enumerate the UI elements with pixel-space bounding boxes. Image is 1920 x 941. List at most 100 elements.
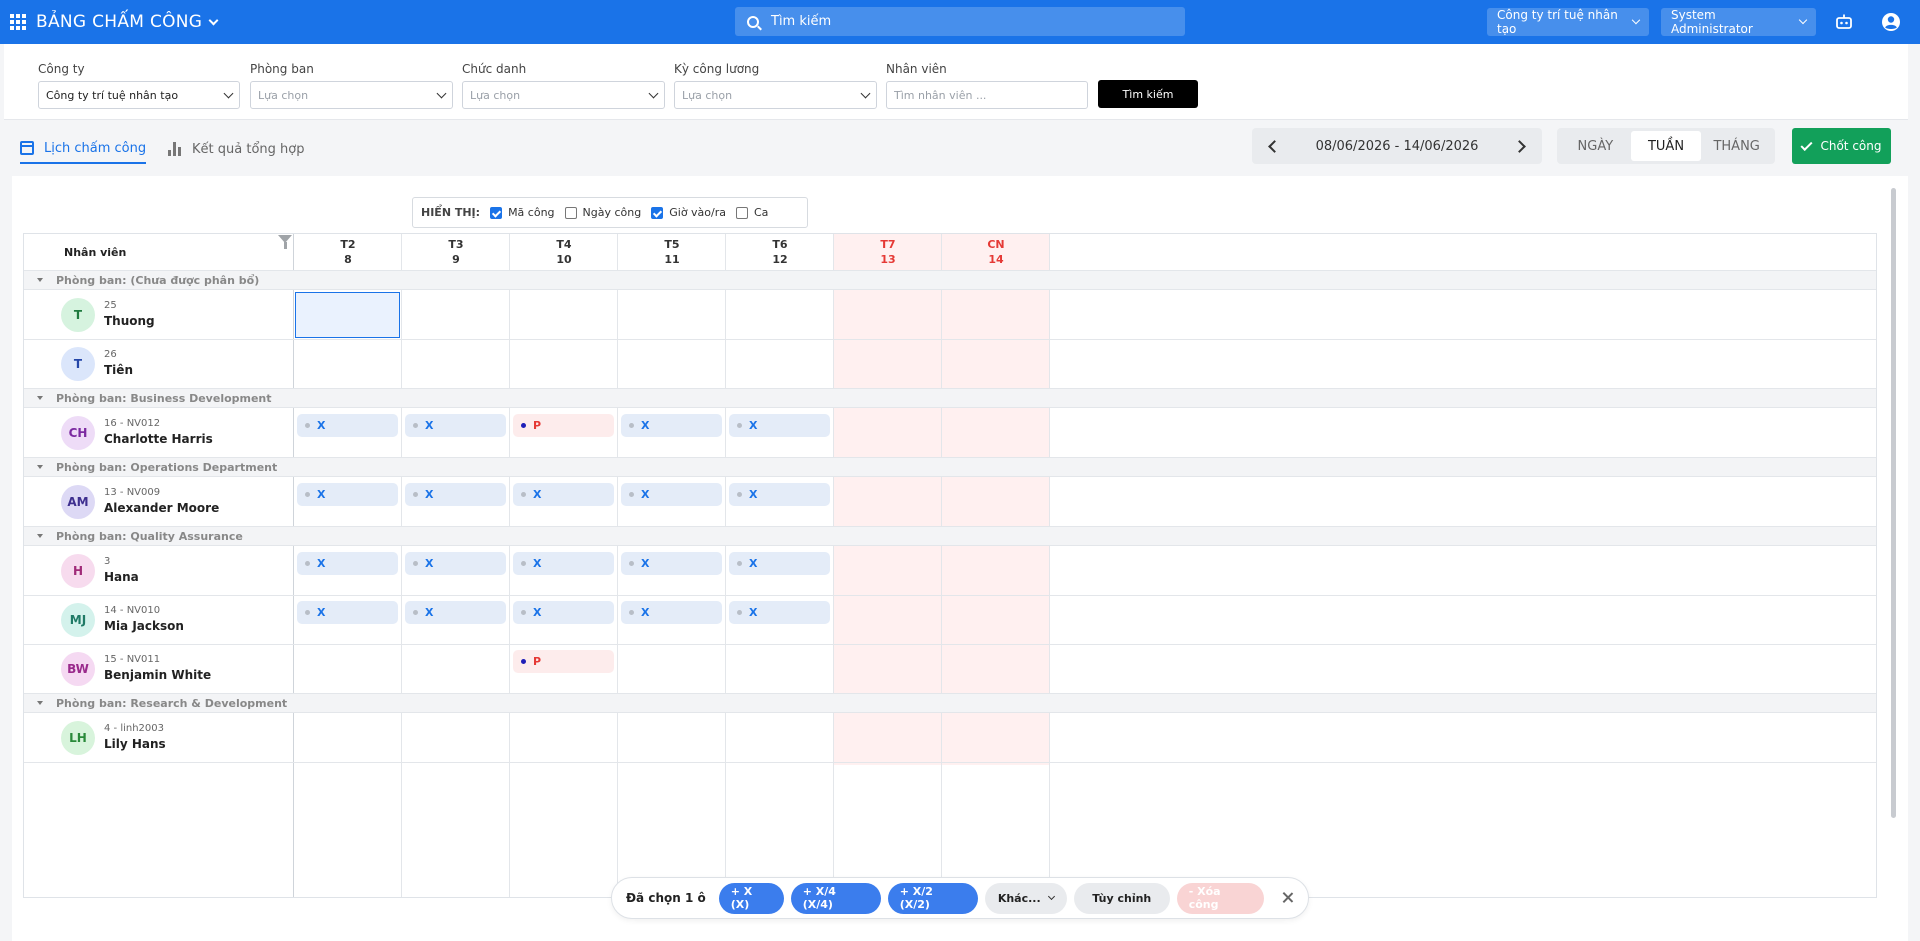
- attendance-chip[interactable]: X: [513, 483, 614, 506]
- attendance-chip[interactable]: X: [729, 601, 830, 624]
- collapse-caret-icon[interactable]: [37, 534, 43, 538]
- option-ma-cong[interactable]: Mã công: [490, 206, 555, 219]
- attendance-chip[interactable]: X: [297, 414, 398, 437]
- department-group-row[interactable]: Phòng ban: Quality Assurance: [24, 526, 1876, 546]
- company-filter-select[interactable]: Công ty trí tuệ nhân tạo: [38, 81, 240, 109]
- close-icon[interactable]: [1281, 891, 1295, 905]
- department-group-label: Phòng ban: Research & Development: [56, 697, 288, 710]
- bot-icon[interactable]: [1834, 12, 1854, 32]
- global-search[interactable]: Tìm kiếm: [735, 7, 1185, 36]
- chevron-down-icon: [1047, 892, 1055, 901]
- option-ca[interactable]: Ca: [736, 206, 768, 219]
- employee-name[interactable]: Charlotte Harris: [104, 432, 213, 446]
- department-group-row[interactable]: Phòng ban: Operations Department: [24, 457, 1876, 477]
- status-dot-icon: [521, 561, 526, 566]
- option-ngay-cong-label: Ngày công: [582, 206, 642, 219]
- checkbox-ngay-cong[interactable]: [564, 206, 577, 219]
- attendance-chip[interactable]: P: [513, 414, 614, 437]
- employee-name[interactable]: Mia Jackson: [104, 619, 184, 633]
- tab-calendar[interactable]: Lịch chấm công: [20, 134, 147, 164]
- account-icon[interactable]: [1881, 12, 1901, 32]
- view-day-button[interactable]: NGÀY: [1560, 131, 1631, 161]
- vertical-scrollbar[interactable]: [1891, 188, 1896, 818]
- row-divider: [24, 644, 1876, 645]
- day-date: 8: [344, 253, 352, 266]
- column-divider: [509, 234, 510, 897]
- selected-cell[interactable]: [295, 292, 400, 338]
- chevron-down-icon: [436, 88, 447, 98]
- attendance-chip[interactable]: X: [405, 483, 506, 506]
- option-gio-vao-ra[interactable]: Giờ vào/ra: [651, 206, 726, 219]
- attendance-code: P: [533, 419, 542, 432]
- view-month-button[interactable]: THÁNG: [1701, 131, 1772, 161]
- apps-grid-icon[interactable]: [10, 14, 26, 30]
- attendance-chip[interactable]: X: [621, 414, 722, 437]
- attendance-chip[interactable]: X: [405, 414, 506, 437]
- employee-name[interactable]: Thuong: [104, 314, 155, 328]
- checkbox-gio-vao-ra[interactable]: [651, 206, 664, 219]
- collapse-caret-icon[interactable]: [37, 465, 43, 469]
- attendance-code: X: [749, 488, 758, 501]
- employee-search-input[interactable]: [886, 81, 1088, 109]
- attendance-chip[interactable]: X: [297, 552, 398, 575]
- employee-name[interactable]: Alexander Moore: [104, 501, 219, 515]
- other-options-button[interactable]: Khác...: [984, 882, 1067, 914]
- department-filter-select[interactable]: Lựa chọn: [250, 81, 453, 109]
- attendance-chip[interactable]: X: [621, 483, 722, 506]
- collapse-caret-icon[interactable]: [37, 701, 43, 705]
- employee-name[interactable]: Tiên: [104, 363, 133, 377]
- status-dot-icon: [629, 610, 634, 615]
- lock-attendance-button[interactable]: Chốt công: [1792, 128, 1891, 164]
- department-group-row[interactable]: Phòng ban: Research & Development: [24, 693, 1876, 713]
- employee-name[interactable]: Lily Hans: [104, 737, 166, 751]
- tab-calendar-label: Lịch chấm công: [44, 140, 147, 156]
- title-filter-value: Lựa chọn: [470, 88, 521, 102]
- employee-name[interactable]: Benjamin White: [104, 668, 211, 682]
- attendance-chip[interactable]: X: [729, 414, 830, 437]
- attendance-code: X: [749, 419, 758, 432]
- title-filter-select[interactable]: Lựa chọn: [462, 81, 665, 109]
- checkbox-ca[interactable]: [736, 206, 748, 219]
- department-group-row[interactable]: Phòng ban: Business Development: [24, 388, 1876, 408]
- attendance-chip[interactable]: X: [297, 483, 398, 506]
- employee-name[interactable]: Hana: [104, 570, 139, 584]
- user-menu[interactable]: System Administrator: [1661, 8, 1816, 36]
- collapse-caret-icon[interactable]: [37, 278, 43, 282]
- attendance-chip[interactable]: X: [513, 601, 614, 624]
- attendance-chip[interactable]: X: [621, 601, 722, 624]
- status-dot-icon: [737, 561, 742, 566]
- weekend-column: [834, 234, 942, 765]
- attendance-chip[interactable]: X: [513, 552, 614, 575]
- attendance-chip[interactable]: X: [729, 552, 830, 575]
- attendance-chip[interactable]: X: [621, 552, 722, 575]
- filter-icon[interactable]: [278, 235, 292, 249]
- employee-code: 25: [104, 300, 117, 311]
- attendance-chip[interactable]: X: [297, 601, 398, 624]
- date-navigator: 08/06/2026 - 14/06/2026: [1252, 128, 1542, 164]
- search-button[interactable]: Tìm kiếm: [1098, 80, 1198, 108]
- add-x2-button[interactable]: + X/2 (X/2): [887, 882, 978, 914]
- custom-button[interactable]: Tùy chỉnh: [1073, 882, 1170, 914]
- collapse-caret-icon[interactable]: [37, 396, 43, 400]
- company-switcher[interactable]: Công ty trí tuệ nhân tạo: [1487, 8, 1649, 36]
- status-dot-icon: [521, 492, 526, 497]
- attendance-code: X: [749, 557, 758, 570]
- department-group-row[interactable]: Phòng ban: (Chưa được phân bổ): [24, 270, 1876, 290]
- add-x-button[interactable]: + X (X): [718, 882, 784, 914]
- add-x4-button[interactable]: + X/4 (X/4): [790, 882, 881, 914]
- chevron-right-icon[interactable]: [1513, 139, 1526, 153]
- tab-summary[interactable]: Kết quả tổng hợp: [168, 134, 304, 164]
- employee-code: 16 - NV012: [104, 418, 161, 429]
- checkbox-ma-cong[interactable]: [490, 206, 503, 219]
- option-ngay-cong[interactable]: Ngày công: [564, 206, 642, 219]
- period-filter-select[interactable]: Lựa chọn: [674, 81, 877, 109]
- attendance-chip[interactable]: X: [729, 483, 830, 506]
- attendance-chip[interactable]: X: [405, 601, 506, 624]
- app-title[interactable]: BẢNG CHẤM CÔNG: [36, 12, 219, 32]
- attendance-chip[interactable]: X: [405, 552, 506, 575]
- period-filter-value: Lựa chọn: [682, 88, 733, 102]
- department-filter-label: Phòng ban: [250, 62, 314, 76]
- chevron-left-icon[interactable]: [1268, 139, 1281, 153]
- attendance-chip[interactable]: P: [513, 650, 614, 673]
- view-week-button[interactable]: TUẦN: [1630, 131, 1702, 161]
